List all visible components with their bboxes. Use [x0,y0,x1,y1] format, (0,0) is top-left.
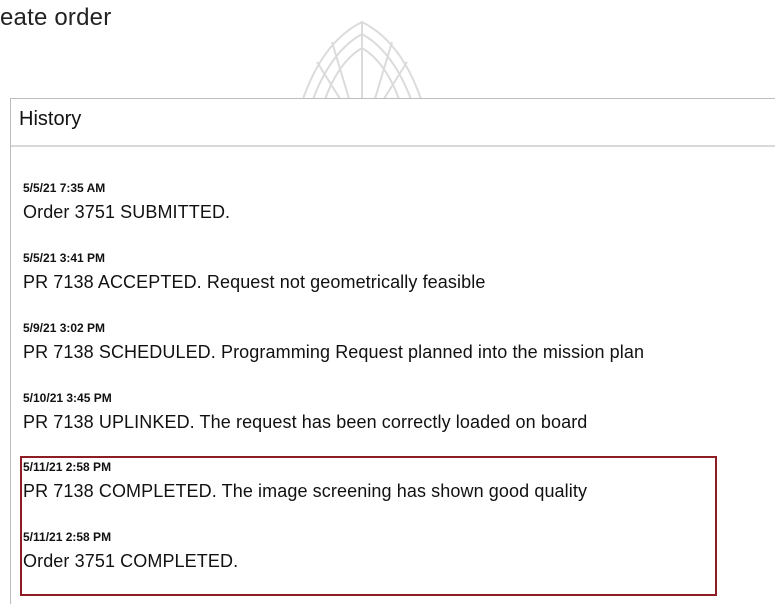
history-entry: 5/10/21 3:45 PM PR 7138 UPLINKED. The re… [23,391,587,433]
entry-message: Order 3751 SUBMITTED. [23,202,231,222]
entry-timestamp: 5/11/21 2:58 PM [23,460,112,474]
page-title: eate order [0,4,112,31]
entry-timestamp: 5/5/21 3:41 PM [23,251,106,265]
history-title: History [19,107,82,130]
entry-message: PR 7138 COMPLETED. The image screening h… [23,481,588,501]
history-entry: 5/5/21 3:41 PM PR 7138 ACCEPTED. Request… [23,251,485,293]
entry-message: Order 3751 COMPLETED. [23,551,239,571]
history-entry: 5/11/21 2:58 PM PR 7138 COMPLETED. The i… [23,460,587,502]
history-entry: 5/9/21 3:02 PM PR 7138 SCHEDULED. Progra… [23,321,644,363]
entry-timestamp: 5/9/21 3:02 PM [23,321,106,335]
emblem-watermark [301,20,423,103]
history-entry: 5/11/21 2:58 PM Order 3751 COMPLETED. [23,530,238,572]
history-header: History [11,99,775,147]
history-entry: 5/5/21 7:35 AM Order 3751 SUBMITTED. [23,181,230,223]
entry-timestamp: 5/5/21 7:35 AM [23,181,106,195]
entry-message: PR 7138 ACCEPTED. Request not geometrica… [23,272,486,292]
entry-timestamp: 5/10/21 3:45 PM [23,391,112,405]
entry-message: PR 7138 SCHEDULED. Programming Request p… [23,342,645,362]
history-panel: History 5/5/21 7:35 AM Order 3751 SUBMIT… [10,98,775,604]
page: eate order History 5/5/21 7:35 AM Order … [0,0,775,604]
entry-message: PR 7138 UPLINKED. The request has been c… [23,412,588,432]
entry-timestamp: 5/11/21 2:58 PM [23,530,112,544]
